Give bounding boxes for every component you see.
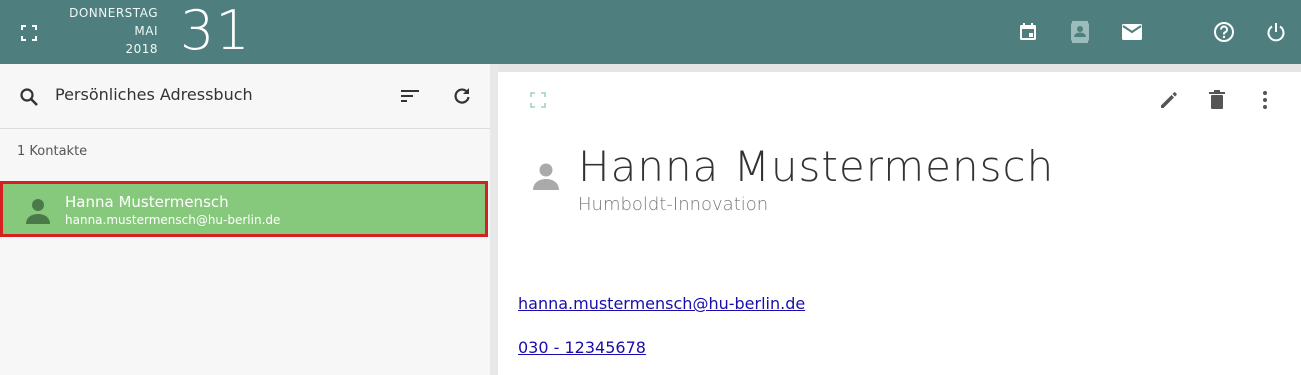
refresh-icon	[454, 88, 470, 104]
weekday-label: DONNERSTAG	[69, 6, 158, 20]
person-icon	[533, 163, 559, 190]
sort-button[interactable]	[396, 82, 424, 110]
logout-button[interactable]	[1262, 18, 1290, 46]
top-header: DONNERSTAG MAI 2018 31	[0, 0, 1301, 64]
calendar-icon	[1020, 23, 1036, 40]
date-block: DONNERSTAG MAI 2018	[60, 4, 158, 58]
pencil-icon	[1161, 92, 1177, 108]
list-toolbar: Persönliches Adressbuch	[0, 64, 490, 129]
sort-icon	[401, 90, 419, 102]
calendar-button[interactable]	[1014, 18, 1042, 46]
refresh-button[interactable]	[448, 82, 476, 110]
month-label: MAI	[134, 24, 158, 38]
contacts-icon	[1071, 21, 1089, 43]
edit-button[interactable]	[1153, 84, 1185, 116]
contact-email: hanna.mustermensch@hu-berlin.de	[65, 213, 281, 227]
list-item[interactable]: Hanna Mustermensch hanna.mustermensch@hu…	[0, 181, 488, 237]
search-icon	[20, 88, 38, 106]
contact-count: 1 Kontakte	[17, 144, 88, 159]
mail-button[interactable]	[1118, 18, 1146, 46]
person-icon	[26, 199, 50, 224]
fullscreen-button[interactable]	[16, 20, 42, 46]
mail-icon	[1122, 24, 1142, 40]
panel-divider[interactable]	[490, 64, 498, 375]
delete-button[interactable]	[1201, 84, 1233, 116]
fullscreen-icon	[530, 92, 546, 108]
trash-icon	[1209, 90, 1225, 109]
phone-link[interactable]: 030 - 12345678	[518, 338, 646, 357]
contact-organization: Humboldt-Innovation	[578, 194, 769, 215]
help-button[interactable]	[1210, 18, 1238, 46]
contact-list-panel: Persönliches Adressbuch 1 Kontakte Hanna…	[0, 64, 490, 375]
expand-detail-button[interactable]	[522, 84, 554, 116]
more-options-button[interactable]	[1249, 84, 1281, 116]
day-number: 31	[180, 0, 251, 62]
help-icon	[1214, 22, 1234, 42]
contacts-button[interactable]	[1066, 18, 1094, 46]
contact-detail-panel: Hanna Mustermensch Humboldt-Innovation h…	[498, 72, 1301, 375]
year-label: 2018	[125, 42, 158, 56]
email-link[interactable]: hanna.mustermensch@hu-berlin.de	[518, 294, 805, 313]
contact-detail-name: Hanna Mustermensch	[578, 142, 1055, 191]
addressbook-title[interactable]: Persönliches Adressbuch	[55, 85, 253, 104]
power-icon	[1267, 23, 1285, 42]
search-button[interactable]	[16, 84, 42, 110]
contact-name: Hanna Mustermensch	[65, 193, 229, 211]
more-vert-icon	[1263, 91, 1267, 109]
fullscreen-icon	[21, 25, 37, 41]
